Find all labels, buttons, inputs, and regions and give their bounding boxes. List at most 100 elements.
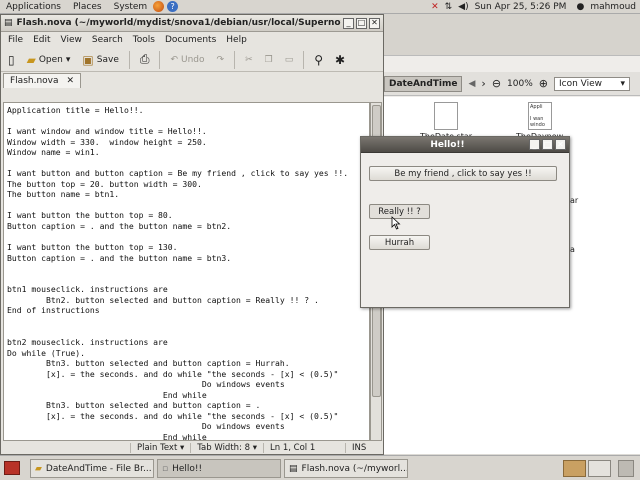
- copy-icon: ❐: [264, 54, 273, 65]
- undo-icon: ↶: [170, 54, 179, 65]
- close-tab-icon[interactable]: ✕: [67, 76, 75, 86]
- dialog-title: Hello!!: [430, 139, 465, 150]
- partial-file-label: a: [570, 245, 575, 254]
- view-mode-select[interactable]: Icon View ▾: [553, 76, 630, 91]
- task-hello[interactable]: ▫ Hello!!: [157, 459, 281, 478]
- print-button[interactable]: ⎙: [135, 52, 155, 67]
- scroll-left-icon[interactable]: ◀: [468, 79, 475, 89]
- minimize-button[interactable]: _: [529, 139, 540, 150]
- toolbar-separator: [303, 50, 305, 69]
- toolbar-separator: [159, 50, 161, 69]
- notification-icon[interactable]: ✕: [431, 2, 439, 12]
- applications-menu[interactable]: Applications: [0, 2, 67, 12]
- task-file-browser[interactable]: ▰ DateAndTime - File Br...: [30, 459, 154, 478]
- open-button[interactable]: ▰ Open ▾: [22, 53, 76, 67]
- paste-icon: ▭: [284, 54, 294, 65]
- places-menu[interactable]: Places: [67, 2, 108, 12]
- editor-window: ▤ Flash.nova (~/myworld/mydist/snova1/de…: [0, 14, 384, 455]
- cut-button[interactable]: ✂: [240, 55, 258, 65]
- replace-icon: ✱: [335, 52, 346, 67]
- file-browser-locationbar: DateAndTime ◀ › ⊖ 100% ⊕ Icon View ▾: [384, 72, 640, 96]
- volume-icon[interactable]: ◀): [458, 2, 468, 12]
- zoom-in-icon[interactable]: ⊕: [539, 77, 548, 90]
- toolbar-separator: [234, 50, 236, 69]
- close-button[interactable]: ✕: [369, 17, 380, 29]
- zoom-level: 100%: [507, 78, 533, 89]
- chevron-down-icon: ▾: [65, 54, 71, 65]
- text-file-icon[interactable]: [434, 102, 458, 130]
- show-desktop-icon[interactable]: [4, 461, 20, 475]
- close-button[interactable]: ✕: [555, 139, 566, 150]
- insert-mode: INS: [345, 443, 383, 453]
- chevron-down-icon: ▾: [620, 78, 625, 89]
- menu-tools[interactable]: Tools: [128, 35, 160, 45]
- tab-width-select[interactable]: Tab Width: 8 ▾: [190, 443, 263, 453]
- copy-button[interactable]: ❐: [260, 55, 278, 65]
- paste-button[interactable]: ▭: [280, 55, 299, 65]
- user-name[interactable]: mahmoud: [590, 2, 636, 12]
- menu-file[interactable]: File: [3, 35, 28, 45]
- tab-label: Flash.nova: [10, 76, 59, 86]
- replace-button[interactable]: ✱: [330, 53, 350, 67]
- firefox-icon[interactable]: [153, 1, 165, 12]
- editor-menubar: File Edit View Search Tools Documents He…: [1, 32, 383, 48]
- new-button[interactable]: ▯: [3, 53, 20, 67]
- network-icon[interactable]: ⇅: [445, 2, 453, 12]
- hello-dialog: Hello!! _ □ ✕ Be my friend , click to sa…: [360, 136, 570, 308]
- undo-button[interactable]: ↶ Undo: [165, 55, 209, 65]
- task-label: Hello!!: [172, 463, 203, 474]
- maximize-button[interactable]: □: [356, 17, 367, 29]
- mouse-cursor-icon: [391, 216, 401, 230]
- tab-width-label: Tab Width: 8: [197, 443, 251, 453]
- undo-label: Undo: [181, 54, 205, 65]
- workspace-2[interactable]: [588, 460, 611, 477]
- editor-title: Flash.nova (~/myworld/mydist/snova1/debi…: [16, 18, 341, 28]
- dialog-titlebar[interactable]: Hello!! _ □ ✕: [361, 137, 569, 153]
- help-icon[interactable]: ?: [167, 1, 179, 12]
- editor-toolbar: ▯ ▰ Open ▾ ▣ Save ⎙ ↶ Undo ↷ ✂ ❐ ▭ ⚲ ✱: [1, 48, 383, 72]
- bottom-panel: ▰ DateAndTime - File Br... ▫ Hello!! ▤ F…: [0, 455, 640, 480]
- menu-documents[interactable]: Documents: [160, 35, 221, 45]
- partial-file-label: ar: [570, 196, 579, 205]
- hurrah-button[interactable]: Hurrah: [369, 235, 430, 250]
- window-icon: ▫: [162, 463, 169, 474]
- scissors-icon: ✂: [245, 54, 253, 65]
- new-document-icon: ▯: [8, 52, 15, 67]
- editor-tabs: Flash.nova ✕: [1, 72, 383, 88]
- save-label: Save: [96, 54, 119, 65]
- save-button[interactable]: ▣ Save: [77, 53, 123, 67]
- file-browser-header: [384, 14, 640, 56]
- toolbar-separator: [128, 50, 130, 69]
- menu-help[interactable]: Help: [221, 35, 252, 45]
- cursor-position: Ln 1, Col 1: [263, 443, 345, 453]
- zoom-out-icon[interactable]: ⊖: [492, 77, 501, 90]
- language-label: Plain Text: [136, 443, 178, 453]
- code-editor[interactable]: Application title = Hello!!. I want wind…: [3, 102, 370, 441]
- editor-statusbar: Plain Text ▾ Tab Width: 8 ▾ Ln 1, Col 1 …: [1, 441, 383, 455]
- save-icon: ▣: [82, 52, 94, 67]
- menu-view[interactable]: View: [56, 35, 87, 45]
- menu-search[interactable]: Search: [87, 35, 128, 45]
- clock[interactable]: Sun Apr 25, 5:26 PM: [475, 2, 567, 12]
- document-icon: ▤: [4, 18, 13, 28]
- friend-button[interactable]: Be my friend , click to say yes !!: [369, 166, 557, 181]
- find-button[interactable]: ⚲: [309, 53, 328, 67]
- text-file-icon[interactable]: Appli I wan windo: [528, 102, 552, 130]
- forward-chevron-icon[interactable]: ›: [481, 77, 485, 90]
- system-menu[interactable]: System: [108, 2, 154, 12]
- minimize-button[interactable]: _: [343, 17, 354, 29]
- maximize-button[interactable]: □: [542, 139, 553, 150]
- redo-button[interactable]: ↷: [212, 55, 230, 65]
- menu-edit[interactable]: Edit: [28, 35, 55, 45]
- language-select[interactable]: Plain Text ▾: [129, 443, 190, 453]
- location-crumb[interactable]: DateAndTime: [384, 75, 463, 92]
- editor-titlebar[interactable]: ▤ Flash.nova (~/myworld/mydist/snova1/de…: [1, 15, 383, 32]
- redo-icon: ↷: [216, 54, 225, 65]
- workspace-1[interactable]: [563, 460, 586, 477]
- user-icon: ●: [576, 2, 585, 12]
- tab-flash-nova[interactable]: Flash.nova ✕: [3, 73, 82, 88]
- printer-icon: ⎙: [139, 52, 150, 66]
- task-editor[interactable]: ▤ Flash.nova (~/myworl...: [284, 459, 408, 478]
- open-label: Open: [38, 54, 63, 65]
- trash-icon[interactable]: [618, 460, 634, 477]
